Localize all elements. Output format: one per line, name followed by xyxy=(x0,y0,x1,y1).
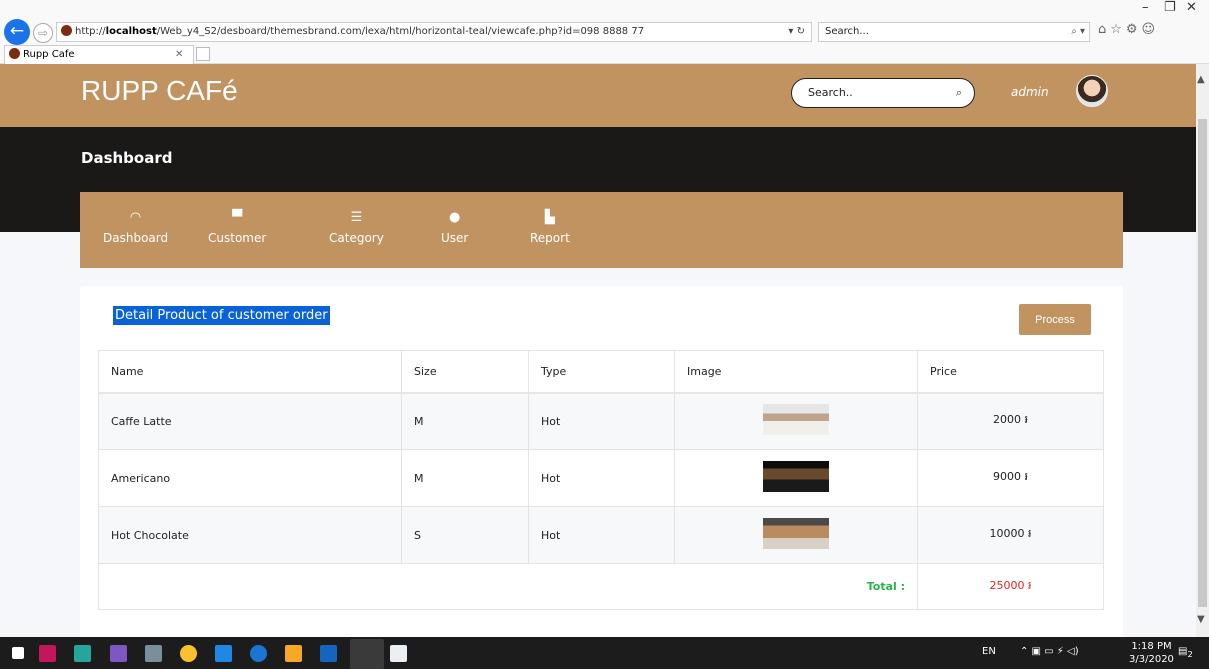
table-row: Hot Chocolate S Hot 10000 ៛ xyxy=(98,506,1104,564)
col-type: Type xyxy=(528,350,675,394)
search-icon[interactable]: ⌕ ▾ xyxy=(1071,23,1085,41)
total-value: 25000 ៛ xyxy=(917,563,1104,610)
product-image xyxy=(763,461,829,492)
brand-logo[interactable]: RUPP CAFé xyxy=(81,75,238,107)
tray-icons[interactable]: ⌃ ▣ ▭ ⚡ ◁) xyxy=(1020,646,1079,657)
snipping-tool-icon[interactable] xyxy=(145,645,162,662)
file-explorer-icon[interactable] xyxy=(285,645,302,662)
menu-item-category[interactable]: ☰ Category xyxy=(329,210,384,245)
cell-type: Hot xyxy=(528,392,675,450)
user-icon: ● xyxy=(449,210,461,225)
scrollbar-thumb[interactable] xyxy=(1198,119,1207,607)
cell-type: Hot xyxy=(528,449,675,507)
col-size: Size xyxy=(401,350,529,394)
new-tab-button[interactable] xyxy=(196,47,210,61)
browser-search-input[interactable]: Search... ⌕ ▾ xyxy=(818,22,1090,42)
close-tab-icon[interactable]: ✕ xyxy=(175,46,183,63)
access-icon[interactable] xyxy=(39,645,56,662)
back-button[interactable]: ← xyxy=(4,19,30,45)
vscode-icon[interactable] xyxy=(215,645,232,662)
close-window-icon[interactable]: ✕ xyxy=(1186,0,1197,15)
search-input[interactable]: Search.. ⌕ xyxy=(791,78,975,108)
table-header-row: Name Size Type Image Price xyxy=(98,350,1104,394)
browser-chrome: – ❐ ✕ ← ⇨ http://localhost/Web_y4_S2/des… xyxy=(0,0,1209,64)
cell-size: S xyxy=(401,506,529,564)
notification-icon[interactable]: ▤2 xyxy=(1178,646,1193,659)
order-detail-card: Detail Product of customer order Process… xyxy=(80,286,1123,637)
product-image xyxy=(763,404,829,436)
browser-tab[interactable]: Rupp Cafe ✕ xyxy=(4,45,194,64)
card-title: Detail Product of customer order xyxy=(113,306,330,325)
cell-name: Americano xyxy=(98,449,402,507)
col-price: Price xyxy=(917,350,1104,394)
menu-item-report[interactable]: ▙ Report xyxy=(530,210,570,245)
word-icon[interactable] xyxy=(320,645,337,662)
visual-studio-icon[interactable] xyxy=(110,645,127,662)
report-icon: ▙ xyxy=(544,210,555,225)
table-row: Americano M Hot 9000 ៛ xyxy=(98,449,1104,507)
product-image xyxy=(763,518,829,549)
cell-size: M xyxy=(401,392,529,450)
browser-toolbar-icons[interactable]: ⌂☆⚙☺ xyxy=(1098,22,1159,37)
restore-icon[interactable]: ❐ xyxy=(1164,0,1176,15)
taskbar: EN ⌃ ▣ ▭ ⚡ ◁) 1:18 PM 3/3/2020 ▤2 xyxy=(0,637,1209,669)
cell-size: M xyxy=(401,449,529,507)
language-indicator[interactable]: EN xyxy=(982,646,996,657)
menu-item-customer[interactable]: ▀ Customer xyxy=(208,210,266,245)
dashboard-icon: ◠ xyxy=(129,210,142,225)
customer-icon: ▀ xyxy=(232,210,243,225)
process-button[interactable]: Process xyxy=(1019,304,1091,335)
app-icon[interactable] xyxy=(74,645,91,662)
forward-button[interactable]: ⇨ xyxy=(33,23,53,43)
scroll-up-icon[interactable]: ▲ xyxy=(1197,74,1205,85)
minimize-icon[interactable]: – xyxy=(1142,0,1149,15)
table-row: Caffe Latte M Hot 2000 ៛ xyxy=(98,392,1104,450)
total-label: Total : xyxy=(98,563,918,610)
menu-item-dashboard[interactable]: ◠ Dashboard xyxy=(103,210,168,245)
col-name: Name xyxy=(98,350,402,394)
scroll-down-icon[interactable]: ▼ xyxy=(1197,614,1205,625)
cell-name: Caffe Latte xyxy=(98,392,402,450)
order-table: Name Size Type Image Price Caffe Latte M… xyxy=(98,350,1104,610)
tab-favicon-icon xyxy=(9,48,20,59)
refresh-icon[interactable]: ▾ ↻ xyxy=(788,23,805,41)
page-title: Dashboard xyxy=(81,149,173,167)
cell-price: 10000 ៛ xyxy=(917,506,1104,564)
edge-icon[interactable] xyxy=(250,645,267,662)
search-icon[interactable]: ⌕ xyxy=(956,79,962,107)
cell-name: Hot Chocolate xyxy=(98,506,402,564)
col-image: Image xyxy=(674,350,918,394)
site-favicon-icon xyxy=(61,25,72,36)
cell-type: Hot xyxy=(528,506,675,564)
internet-explorer-icon[interactable] xyxy=(350,639,384,669)
avatar[interactable] xyxy=(1076,75,1108,107)
address-bar[interactable]: http://localhost/Web_y4_S2/desboard/them… xyxy=(56,22,812,42)
page-viewport: RUPP CAFé Search.. ⌕ admin Dashboard ◠ D… xyxy=(0,64,1196,637)
user-name[interactable]: admin xyxy=(1011,85,1049,99)
vertical-scrollbar[interactable]: ▲ ▼ xyxy=(1196,64,1209,637)
menu-item-user[interactable]: ● User xyxy=(441,210,468,245)
app-header: RUPP CAFé Search.. ⌕ admin xyxy=(0,64,1196,127)
category-icon: ☰ xyxy=(350,210,363,225)
chrome-icon[interactable] xyxy=(180,645,197,662)
cell-price: 9000 ៛ xyxy=(917,449,1104,507)
cell-price: 2000 ៛ xyxy=(917,392,1104,450)
photos-icon[interactable] xyxy=(390,645,407,662)
clock[interactable]: 1:18 PM 3/3/2020 xyxy=(1129,640,1174,666)
main-menu: ◠ Dashboard ▀ Customer ☰ Category ● User… xyxy=(80,192,1123,268)
total-row: Total : 25000 ៛ xyxy=(98,563,1104,610)
start-icon[interactable] xyxy=(12,647,24,659)
